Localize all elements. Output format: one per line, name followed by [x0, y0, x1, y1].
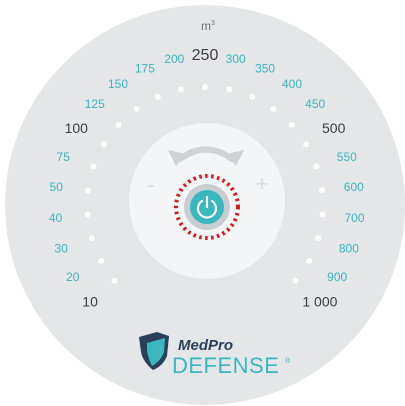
scale-label[interactable]: 10 — [82, 293, 98, 309]
scale-label[interactable]: 20 — [66, 270, 80, 284]
scale-tick-dot — [111, 277, 118, 284]
scale-tick-dot — [303, 141, 310, 148]
scale-tick-dot — [288, 121, 295, 128]
scale-tick-dot — [84, 211, 91, 218]
scale-label[interactable]: 100 — [65, 120, 89, 136]
scale-tick-dot — [270, 105, 277, 112]
brand-name-main: DEFENSE — [172, 353, 279, 378]
scale-tick-dot — [88, 235, 95, 242]
scale-tick-dot — [98, 257, 104, 264]
scale-label[interactable]: 150 — [108, 77, 128, 91]
scale-tick-dot — [249, 93, 256, 100]
scale-label[interactable]: 300 — [226, 52, 246, 66]
scale-tick-dot — [90, 163, 97, 170]
decrease-button[interactable]: - — [147, 172, 154, 197]
increase-button[interactable]: + — [256, 171, 269, 196]
scale-tick-dot — [84, 187, 91, 194]
scale-label[interactable]: 125 — [85, 97, 105, 111]
scale-tick-dot — [319, 187, 326, 194]
scale-label[interactable]: 350 — [255, 62, 275, 76]
scale-label[interactable]: 550 — [337, 150, 357, 164]
scale-tick-dot — [115, 121, 122, 128]
scale-tick-dot — [315, 235, 322, 242]
scale-label[interactable]: 400 — [282, 77, 302, 91]
scale-tick-dot — [154, 93, 161, 100]
scale-label[interactable]: 800 — [339, 241, 359, 255]
scale-label[interactable]: 50 — [50, 180, 64, 194]
scale-label[interactable]: 250 — [192, 47, 219, 64]
scale-label[interactable]: 900 — [327, 270, 347, 284]
scale-tick-dot — [319, 211, 326, 218]
scale-tick-dot — [100, 141, 107, 148]
scale-tick-dot — [226, 86, 233, 93]
scale-tick-dot — [177, 86, 184, 93]
scale-label[interactable]: 40 — [49, 211, 63, 225]
scale-tick-dot — [202, 84, 208, 90]
power-button[interactable] — [184, 184, 230, 230]
scale-tick-dot — [306, 257, 312, 264]
scale-tick-dot — [313, 163, 320, 170]
scale-label[interactable]: 1 000 — [302, 293, 337, 309]
scale-label[interactable]: 600 — [344, 180, 364, 194]
scale-label[interactable]: 700 — [344, 211, 364, 225]
scale-tick-dot — [133, 105, 140, 112]
scale-label[interactable]: 75 — [57, 150, 71, 164]
brand-name-top: MedPro — [178, 337, 233, 354]
scale-label[interactable]: 30 — [54, 241, 68, 255]
scale-label[interactable]: 450 — [305, 97, 325, 111]
scale-label[interactable]: 200 — [164, 52, 184, 66]
volume-selector-dial[interactable]: m3 102030405075100125150175200 250 3003504… — [0, 0, 405, 406]
brand-registered-mark: ® — [285, 357, 291, 365]
scale-label[interactable]: 500 — [322, 120, 346, 136]
scale-tick-dot — [292, 277, 299, 284]
scale-label[interactable]: 175 — [135, 62, 155, 76]
